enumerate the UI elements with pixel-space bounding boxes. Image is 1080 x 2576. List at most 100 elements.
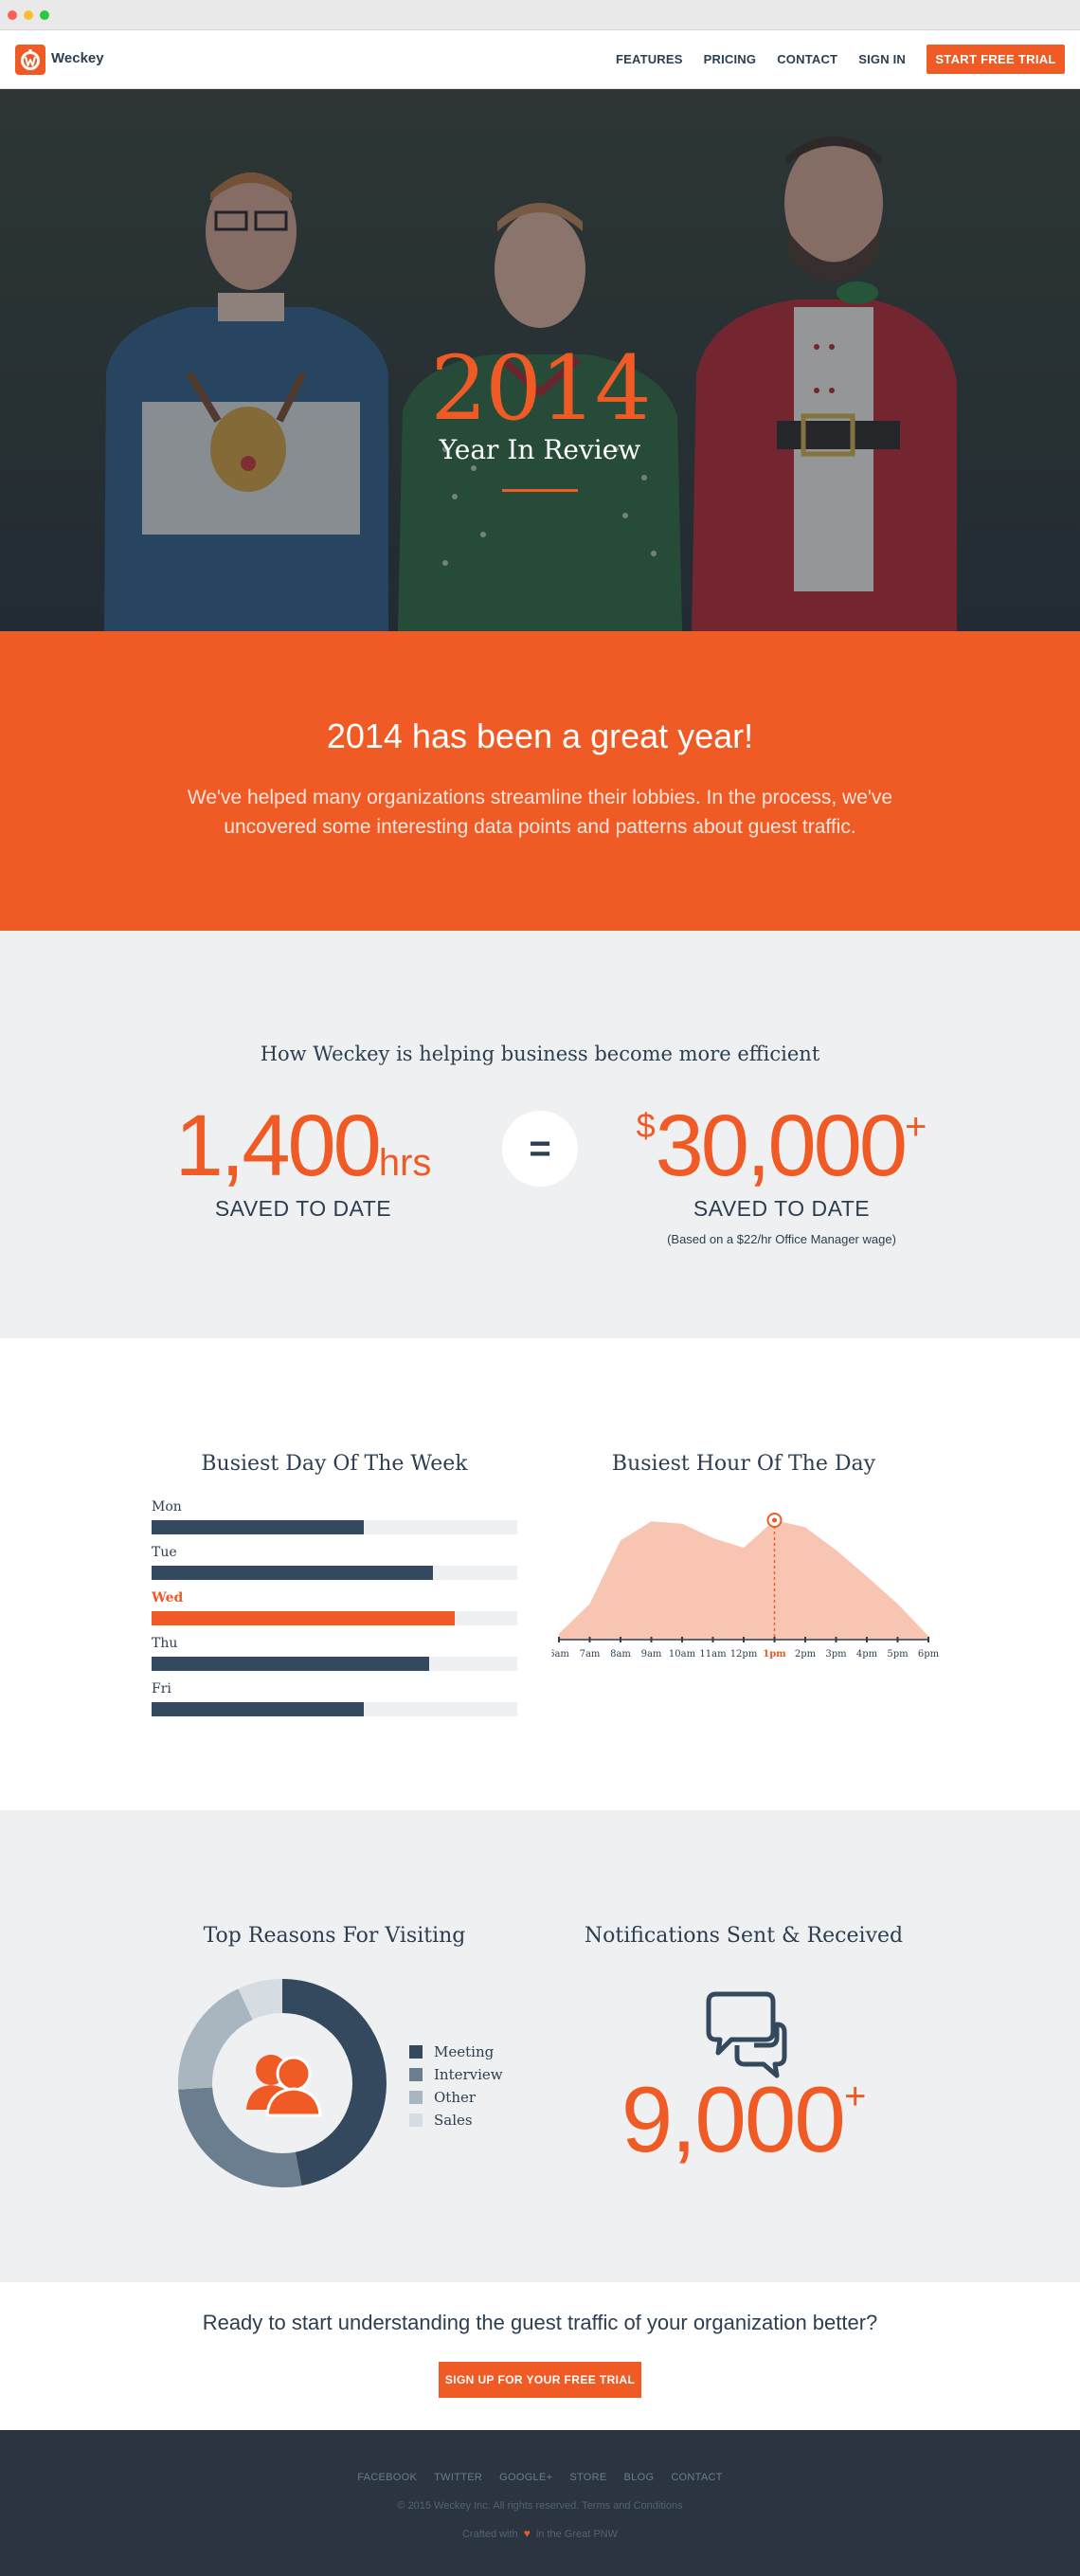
nav-link-sign-in[interactable]: SIGN IN (858, 52, 906, 66)
legend-label: Sales (434, 2112, 473, 2129)
hero-banner: 2014 Year In Review (0, 89, 1080, 631)
cta-section: Ready to start understanding the guest t… (0, 2282, 1080, 2430)
day-bar-track (152, 1520, 517, 1534)
day-bar-label: Fri (152, 1681, 171, 1696)
nav-link-features[interactable]: FEATURES (616, 52, 683, 66)
legend-swatch (409, 2068, 423, 2081)
hour-tick-label: 6am (551, 1649, 569, 1660)
day-bar-track (152, 1702, 517, 1716)
nav-link-contact[interactable]: CONTACT (777, 52, 837, 66)
hour-tick-label: 5pm (887, 1649, 909, 1660)
notifications-value: 9,000 (621, 2067, 846, 2171)
hours-saved-stat: 1,400hrs (161, 1097, 445, 1196)
sign-up-button[interactable]: SIGN UP FOR YOUR FREE TRIAL (439, 2362, 641, 2398)
legend-item: Sales (409, 2109, 503, 2132)
heart-icon: ♥ (523, 2527, 531, 2540)
legend-label: Interview (434, 2066, 503, 2083)
hour-tick-label: 1pm (763, 1649, 786, 1660)
intro-section: 2014 has been a great year! We've helped… (0, 631, 1080, 931)
hours-saved-unit: hrs (378, 1142, 432, 1184)
day-bar-track (152, 1611, 517, 1625)
footer: FACEBOOK TWITTER GOOGLE+ STORE BLOG CONT… (0, 2430, 1080, 2576)
notifications-title: Notifications Sent & Received (584, 1924, 904, 1948)
reasons-donut-chart (178, 1979, 387, 2187)
hero-divider (502, 489, 578, 492)
top-nav: Weckey FEATURES PRICING CONTACT SIGN IN … (0, 30, 1080, 89)
logo-text[interactable]: Weckey (51, 50, 104, 66)
legend-item: Meeting (409, 2041, 503, 2063)
equals-badge: = (502, 1111, 578, 1187)
legend-swatch (409, 2045, 423, 2059)
hour-tick-label: 9am (641, 1649, 662, 1660)
footer-crafted: Crafted with ♥ in the Great PNW (0, 2527, 1080, 2540)
reasons-section: Top Reasons For Visiting Meeting Intervie… (0, 1810, 1080, 2282)
legend-label: Other (434, 2089, 477, 2106)
browser-chrome (0, 0, 1080, 30)
maximize-window-icon[interactable] (40, 10, 49, 20)
day-bar-track (152, 1566, 517, 1580)
intro-title: 2014 has been a great year! (326, 717, 754, 755)
day-bar-label: Mon (152, 1499, 182, 1515)
busiest-day-title: Busiest Day Of The Week (201, 1452, 468, 1476)
reasons-title: Top Reasons For Visiting (203, 1924, 466, 1948)
hour-tick-label: 3pm (825, 1649, 847, 1660)
legend-swatch (409, 2091, 423, 2104)
day-bar-row: Thu (152, 1636, 517, 1671)
savings-title: How Weckey is helping business become mo… (260, 1043, 820, 1065)
intro-body: We've helped many organizations streamli… (187, 787, 893, 838)
money-plus: + (905, 1106, 927, 1148)
hero-year: 2014 (430, 337, 651, 441)
hour-tick-label: 8am (610, 1649, 631, 1660)
cta-text: Ready to start understanding the guest t… (202, 2311, 878, 2334)
crafted-pre: Crafted with (461, 2529, 518, 2540)
crafted-post: in the Great PNW (535, 2529, 619, 2540)
day-bar (152, 1611, 456, 1625)
nav-links: FEATURES PRICING CONTACT SIGN IN (595, 52, 906, 66)
footer-links: FACEBOOK TWITTER GOOGLE+ STORE BLOG CONT… (0, 2472, 1080, 2483)
footer-link-twitter[interactable]: TWITTER (434, 2472, 482, 2483)
close-window-icon[interactable] (8, 10, 17, 20)
hour-tick-label: 10am (669, 1649, 696, 1660)
start-free-trial-button[interactable]: START FREE TRIAL (927, 45, 1065, 74)
hour-tick-label: 7am (580, 1649, 601, 1660)
busiest-hour-title: Busiest Hour Of The Day (611, 1452, 876, 1476)
hour-tick-label: 12pm (730, 1649, 758, 1660)
footer-link-facebook[interactable]: FACEBOOK (357, 2472, 417, 2483)
footer-link-google-plus[interactable]: GOOGLE+ (499, 2472, 552, 2483)
day-bar-row: Wed (152, 1590, 517, 1625)
hours-saved-caption: SAVED TO DATE (214, 1196, 392, 1221)
weckey-logo-icon[interactable] (15, 45, 45, 75)
notifications-stat: 9,000+ (587, 2066, 900, 2173)
reasons-legend: Meeting Interview Other Sales (409, 2041, 503, 2132)
day-bar-row: Mon (152, 1499, 517, 1534)
footer-link-contact[interactable]: CONTACT (671, 2472, 722, 2483)
day-bar (152, 1520, 364, 1534)
footer-link-blog[interactable]: BLOG (624, 2472, 655, 2483)
day-bar-label: Tue (152, 1545, 177, 1560)
day-bar (152, 1657, 430, 1671)
hour-area (559, 1520, 928, 1640)
hours-saved-value: 1,400 (174, 1098, 382, 1194)
footer-copyright: © 2015 Weckey Inc. All rights reserved. … (397, 2500, 683, 2512)
hour-tick-label: 2pm (795, 1649, 817, 1660)
peak-hour-marker-dot (772, 1517, 777, 1523)
hour-tick-label: 11am (699, 1649, 727, 1660)
notifications-plus: + (843, 2076, 867, 2117)
hour-tick-label: 4pm (856, 1649, 878, 1660)
legend-label: Meeting (434, 2043, 495, 2060)
day-bar (152, 1702, 364, 1716)
nav-link-pricing[interactable]: PRICING (704, 52, 757, 66)
day-bar-row: Fri (152, 1681, 517, 1716)
money-saved-note: (Based on a $22/hr Office Manager wage) (667, 1232, 896, 1246)
money-saved-value: 30,000 (655, 1098, 908, 1194)
traffic-charts-section: Busiest Day Of The Week Mon Tue Wed Thu Fri … (0, 1338, 1080, 1810)
footer-link-store[interactable]: STORE (569, 2472, 606, 2483)
legend-swatch (409, 2113, 423, 2127)
day-bar-track (152, 1657, 517, 1671)
people-icon (246, 2055, 322, 2117)
minimize-window-icon[interactable] (24, 10, 33, 20)
hour-tick-label: 6pm (918, 1649, 940, 1660)
hero-subtitle: Year In Review (439, 434, 641, 465)
day-bar-label: Thu (152, 1636, 178, 1651)
day-bar-label: Wed (152, 1590, 184, 1605)
